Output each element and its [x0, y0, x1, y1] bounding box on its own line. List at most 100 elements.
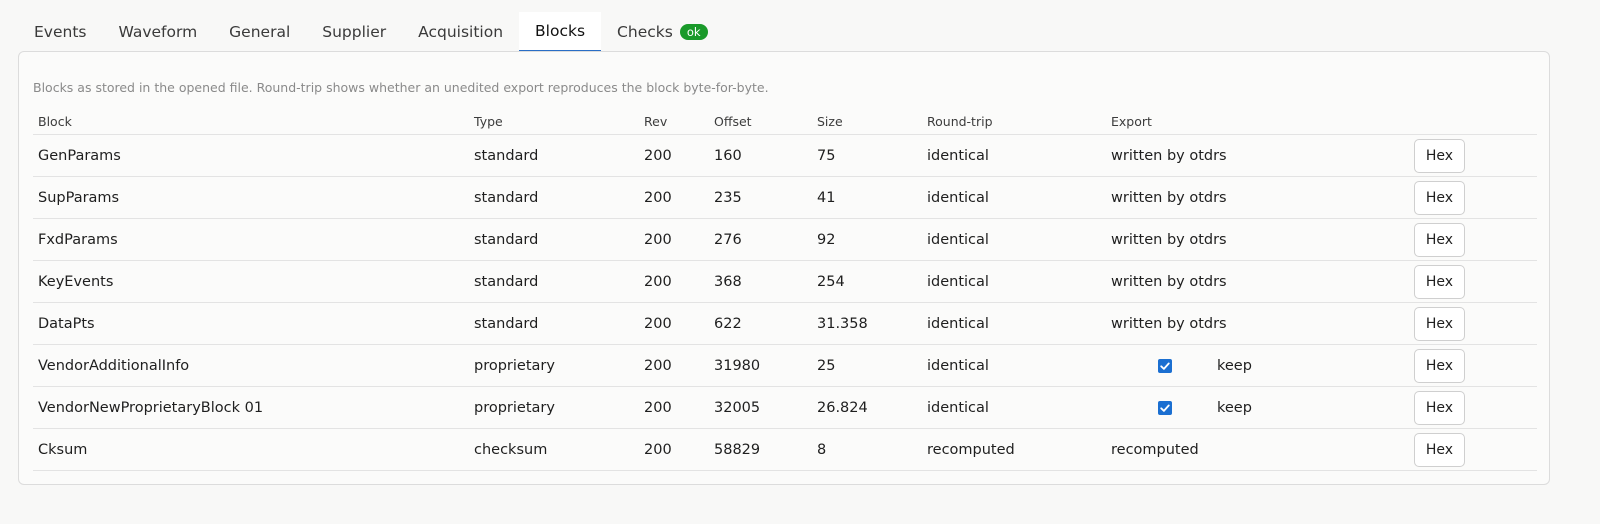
hex-button[interactable]: Hex — [1414, 306, 1465, 341]
table-row: VendorAdditionalInfo proprietary 200 31980 2… — [33, 344, 1537, 387]
cell-size: 25 — [812, 344, 922, 387]
cell-size: 26.824 — [812, 386, 922, 429]
column-header-export: Export — [1106, 108, 1414, 135]
export-keep-checkbox[interactable] — [1158, 400, 1172, 415]
hex-button[interactable]: Hex — [1414, 138, 1465, 173]
cell-type: standard — [469, 218, 639, 261]
table-row: FxdParams standard 200 276 92 identical writte… — [33, 218, 1537, 261]
tab-supplier[interactable]: Supplier — [306, 12, 402, 52]
cell-block: KeyEvents — [33, 260, 469, 303]
cell-rev: 200 — [639, 260, 709, 303]
cell-actions: Hex — [1414, 260, 1537, 303]
cell-export: keep — [1106, 386, 1414, 429]
column-header-size: Size — [812, 108, 922, 135]
cell-rev: 200 — [639, 428, 709, 471]
cell-offset: 276 — [709, 218, 812, 261]
cell-round-trip: identical — [922, 134, 1106, 177]
cell-actions: Hex — [1414, 218, 1537, 261]
cell-export: written by otdrs — [1106, 302, 1414, 345]
column-header-actions — [1414, 108, 1537, 135]
table-header-row: Block Type Rev Offset Size Round-trip Ex… — [33, 108, 1537, 135]
cell-round-trip: identical — [922, 386, 1106, 429]
export-keep-label: keep — [1217, 399, 1252, 416]
cell-round-trip: identical — [922, 302, 1106, 345]
cell-round-trip: identical — [922, 344, 1106, 387]
cell-actions: Hex — [1414, 302, 1537, 345]
tab-label: Events — [34, 23, 87, 41]
cell-actions: Hex — [1414, 134, 1537, 177]
cell-rev: 200 — [639, 134, 709, 177]
cell-block: SupParams — [33, 176, 469, 219]
cell-offset: 32005 — [709, 386, 812, 429]
cell-type: standard — [469, 134, 639, 177]
tab-bar: Events Waveform General Supplier Acquisition… — [18, 12, 724, 52]
checkmark-icon — [1160, 362, 1170, 370]
cell-size: 41 — [812, 176, 922, 219]
export-keep-checkbox[interactable] — [1158, 358, 1172, 373]
cell-export: written by otdrs — [1106, 218, 1414, 261]
cell-size: 31.358 — [812, 302, 922, 345]
cell-type: standard — [469, 302, 639, 345]
cell-block: GenParams — [33, 134, 469, 177]
column-header-offset: Offset — [709, 108, 812, 135]
cell-export: written by otdrs — [1106, 176, 1414, 219]
cell-rev: 200 — [639, 218, 709, 261]
tab-acquisition[interactable]: Acquisition — [402, 12, 519, 52]
cell-actions: Hex — [1414, 176, 1537, 219]
tab-label: Supplier — [322, 23, 387, 41]
blocks-panel: Blocks as stored in the opened file. Rou… — [18, 51, 1550, 485]
cell-offset: 58829 — [709, 428, 812, 471]
cell-block: VendorNewProprietaryBlock 01 — [33, 386, 469, 429]
cell-offset: 31980 — [709, 344, 812, 387]
tab-checks[interactable]: Checks ok — [601, 12, 723, 52]
cell-rev: 200 — [639, 176, 709, 219]
tab-waveform[interactable]: Waveform — [102, 12, 213, 52]
table-row: DataPts standard 200 622 31.358 identical writ… — [33, 302, 1537, 345]
cell-rev: 200 — [639, 386, 709, 429]
cell-block: DataPts — [33, 302, 469, 345]
cell-size: 92 — [812, 218, 922, 261]
export-keep-control: keep — [1111, 358, 1414, 374]
table-row: SupParams standard 200 235 41 identical writte… — [33, 176, 1537, 219]
cell-type: checksum — [469, 428, 639, 471]
tab-label: General — [229, 23, 291, 41]
cell-rev: 200 — [639, 302, 709, 345]
cell-offset: 368 — [709, 260, 812, 303]
hex-button[interactable]: Hex — [1414, 222, 1465, 257]
cell-actions: Hex — [1414, 428, 1537, 471]
cell-export: written by otdrs — [1106, 134, 1414, 177]
cell-round-trip: recomputed — [922, 428, 1106, 471]
tab-label: Acquisition — [418, 23, 504, 41]
hex-button[interactable]: Hex — [1414, 180, 1465, 215]
hex-button[interactable]: Hex — [1414, 264, 1465, 299]
cell-type: proprietary — [469, 386, 639, 429]
table-row: GenParams standard 200 160 75 identical writte… — [33, 134, 1537, 177]
cell-offset: 235 — [709, 176, 812, 219]
status-badge: ok — [679, 24, 708, 40]
cell-type: standard — [469, 176, 639, 219]
cell-round-trip: identical — [922, 260, 1106, 303]
tab-events[interactable]: Events — [18, 12, 102, 52]
cell-block: FxdParams — [33, 218, 469, 261]
cell-block: Cksum — [33, 428, 469, 471]
cell-size: 75 — [812, 134, 922, 177]
cell-export: keep — [1106, 344, 1414, 387]
export-keep-label: keep — [1217, 357, 1252, 374]
blocks-description: Blocks as stored in the opened file. Rou… — [33, 80, 769, 95]
cell-rev: 200 — [639, 344, 709, 387]
cell-offset: 622 — [709, 302, 812, 345]
table-row: KeyEvents standard 200 368 254 identical writt… — [33, 260, 1537, 303]
cell-actions: Hex — [1414, 344, 1537, 387]
hex-button[interactable]: Hex — [1414, 432, 1465, 467]
tab-label: Waveform — [118, 23, 198, 41]
cell-export: written by otdrs — [1106, 260, 1414, 303]
tab-label: Blocks — [535, 22, 586, 40]
checkmark-icon — [1160, 404, 1170, 412]
cell-offset: 160 — [709, 134, 812, 177]
cell-round-trip: identical — [922, 218, 1106, 261]
tab-general[interactable]: General — [213, 12, 306, 52]
hex-button[interactable]: Hex — [1414, 348, 1465, 383]
tab-blocks[interactable]: Blocks — [519, 12, 602, 52]
hex-button[interactable]: Hex — [1414, 390, 1465, 425]
cell-type: standard — [469, 260, 639, 303]
